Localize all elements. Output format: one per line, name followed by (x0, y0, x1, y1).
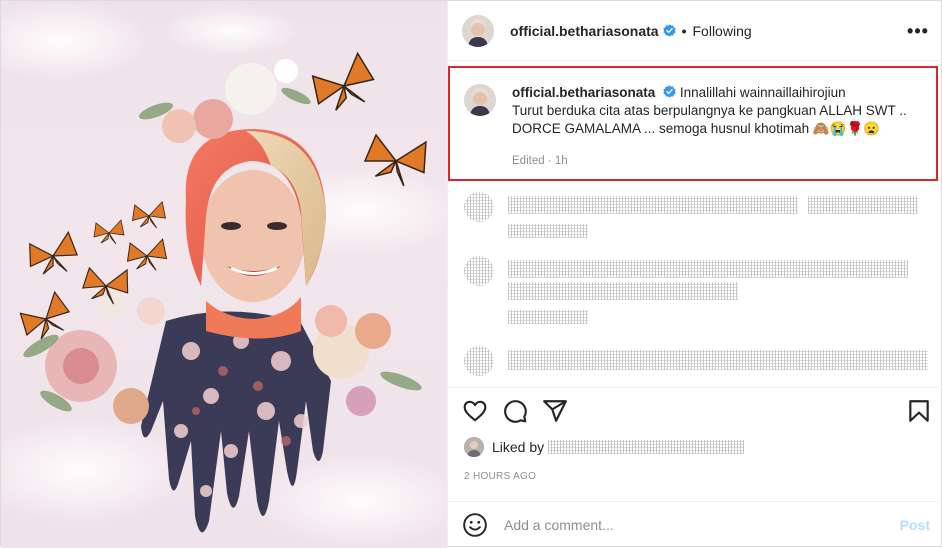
liker-avatar[interactable] (464, 437, 484, 457)
post-header: official.bethariasonata • Following ••• (448, 1, 942, 61)
follow-separator: • (681, 22, 687, 39)
avatar-image (464, 84, 496, 116)
likes-summary: Liked by (464, 437, 745, 457)
liked-by-obscured[interactable] (548, 440, 745, 454)
comment-obscured (464, 256, 494, 286)
caption-highlight-box: official.bethariasonata Innalillahi wain… (448, 66, 938, 181)
caption-avatar[interactable] (464, 84, 496, 116)
portrait (185, 129, 326, 339)
caption-body: official.bethariasonata Innalillahi wain… (512, 84, 912, 170)
comment-obscured (508, 224, 588, 238)
comment-obscured (508, 260, 908, 278)
comments-list (448, 186, 942, 386)
comment-obscured (508, 196, 798, 214)
following-button[interactable]: Following (693, 23, 752, 39)
comment-obscured (508, 282, 738, 300)
heart-icon[interactable] (462, 398, 488, 424)
send-icon[interactable] (542, 398, 568, 424)
verified-badge-icon (663, 85, 676, 98)
post-illustration (1, 1, 447, 548)
verified-badge-icon (663, 24, 676, 37)
comment-icon[interactable] (502, 398, 528, 424)
emoji-icon[interactable] (462, 512, 488, 538)
caption-username[interactable]: official.bethariasonata (512, 85, 655, 100)
post-side-panel: official.bethariasonata • Following ••• (447, 1, 942, 548)
liked-by-label: Liked by (492, 439, 545, 455)
instagram-post: official.bethariasonata • Following ••• (0, 0, 942, 548)
more-options-icon[interactable]: ••• (906, 19, 930, 43)
post-comment-button[interactable]: Post (900, 517, 930, 533)
caption-text-line3: DORCE GAMALAMA ... semoga husnul khotima… (512, 121, 881, 136)
comment-input[interactable] (504, 517, 884, 533)
add-comment-bar: Post (448, 501, 942, 548)
author-username[interactable]: official.bethariasonata (510, 23, 659, 39)
comment-obscured (464, 346, 494, 376)
comment-obscured (508, 350, 928, 370)
post-timestamp[interactable]: 2 HOURS AGO (464, 471, 536, 482)
author-avatar[interactable] (462, 14, 494, 47)
caption-text-line2: Turut berduka cita atas berpulangnya ke … (512, 103, 907, 118)
caption-text-line1: Innalillahi wainnaillaihirojiun (679, 85, 846, 100)
avatar-image (462, 14, 494, 47)
comment-obscured (464, 192, 494, 222)
post-image[interactable] (1, 1, 447, 548)
avatar-image (464, 437, 484, 457)
bookmark-icon[interactable] (906, 398, 932, 424)
comment-obscured (808, 196, 918, 214)
caption-meta: Edited · 1h (512, 155, 568, 167)
comment-obscured (508, 310, 588, 324)
caption: official.bethariasonata Innalillahi wain… (464, 84, 912, 170)
action-bar (448, 387, 942, 433)
